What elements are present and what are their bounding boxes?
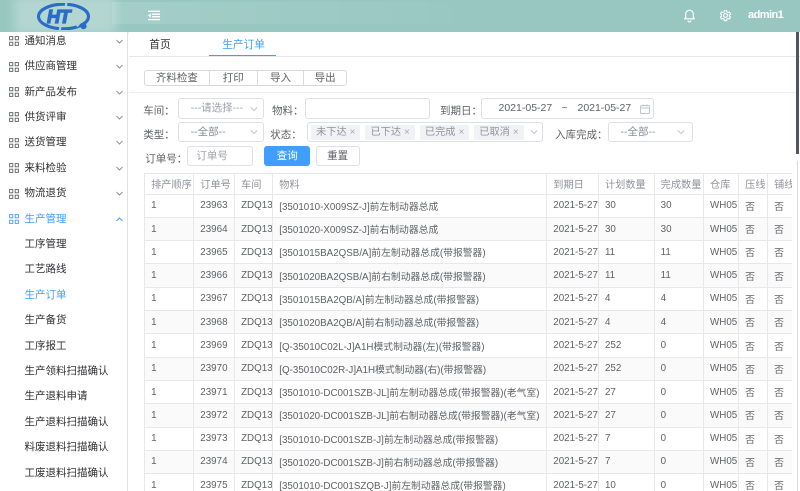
svg-text:HT: HT	[47, 7, 72, 27]
